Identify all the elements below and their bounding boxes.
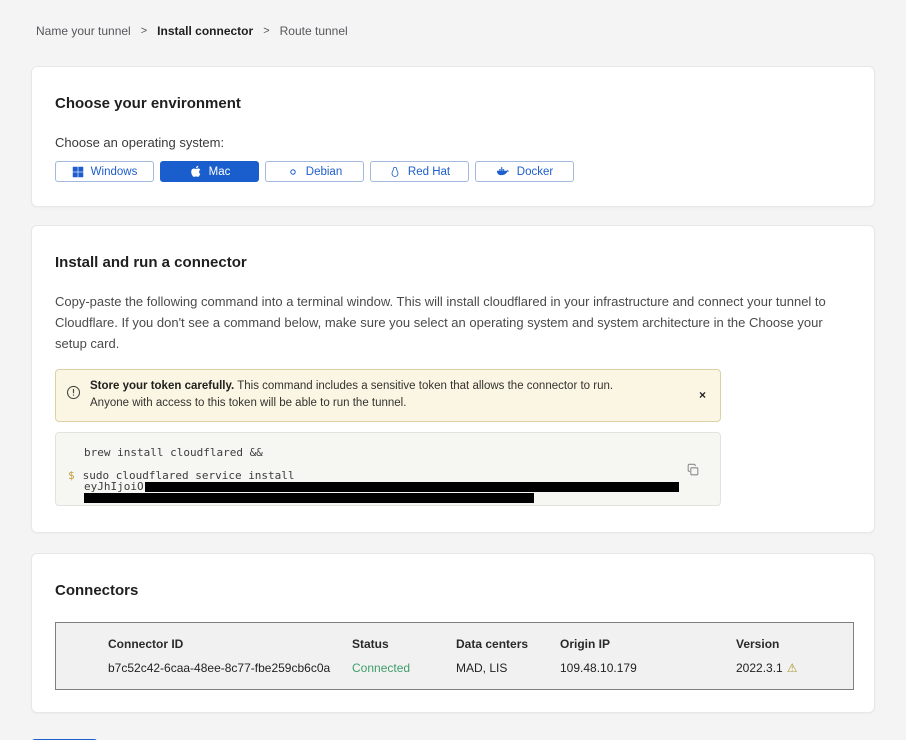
os-button-label: Mac: [209, 166, 231, 178]
version-warning-icon: ⚠: [787, 661, 798, 675]
code-line-brew: brew install cloudflared &&: [68, 446, 706, 459]
cell-origin-ip: 109.48.10.179: [560, 661, 736, 675]
install-command-code-block: brew install cloudflared && $sudo cloudf…: [55, 432, 721, 506]
col-header-connector-id: Connector ID: [108, 637, 352, 651]
col-header-data-centers: Data centers: [456, 637, 560, 651]
page: Name your tunnel > Install connector > R…: [0, 0, 906, 713]
warning-bold-text: Store your token carefully.: [90, 380, 234, 392]
apple-icon: [189, 165, 202, 178]
token-warning-banner: Store your token carefully. This command…: [55, 369, 721, 422]
os-button-windows[interactable]: Windows: [55, 161, 154, 182]
cell-data-centers: MAD, LIS: [456, 661, 560, 675]
copy-icon: [686, 465, 700, 480]
code-token-line: eyJhIjoiO: [68, 481, 706, 492]
col-header-origin-ip: Origin IP: [560, 637, 736, 651]
connectors-card: Connectors Connector ID Status Data cent…: [31, 553, 875, 713]
connectors-table-header: Connector ID Status Data centers Origin …: [108, 637, 853, 651]
os-button-redhat[interactable]: Red Hat: [370, 161, 469, 182]
os-button-label: Debian: [306, 166, 342, 178]
copy-command-button[interactable]: [686, 463, 700, 480]
os-button-label: Red Hat: [408, 166, 450, 178]
alert-circle-icon: [66, 385, 81, 405]
os-button-mac[interactable]: Mac: [160, 161, 259, 182]
redacted-token-bar: [145, 482, 679, 492]
windows-icon: [72, 166, 84, 178]
os-button-group: Windows Mac Debian Red Hat: [55, 161, 851, 182]
warning-close-button[interactable]: ×: [699, 389, 706, 401]
breadcrumb: Name your tunnel > Install connector > R…: [31, 0, 875, 38]
table-row: b7c52c42-6caa-48ee-8c77-fbe259cb6c0a Con…: [108, 661, 853, 675]
cell-connector-id: b7c52c42-6caa-48ee-8c77-fbe259cb6c0a: [108, 661, 352, 675]
token-prefix: eyJhIjoiO: [84, 480, 144, 493]
connectors-card-title: Connectors: [55, 582, 851, 599]
breadcrumb-separator: >: [141, 25, 147, 37]
os-button-docker[interactable]: Docker: [475, 161, 574, 182]
warning-text: Store your token carefully. This command…: [90, 378, 652, 413]
connectors-table: Connector ID Status Data centers Origin …: [55, 622, 854, 690]
breadcrumb-install-connector[interactable]: Install connector: [157, 24, 253, 38]
breadcrumb-route-tunnel[interactable]: Route tunnel: [280, 24, 348, 38]
redacted-token-bar: [84, 493, 534, 503]
col-header-version: Version: [736, 637, 853, 651]
os-button-label: Docker: [517, 166, 553, 178]
choose-environment-card: Choose your environment Choose an operat…: [31, 66, 875, 207]
docker-icon: [496, 166, 510, 177]
os-button-debian[interactable]: Debian: [265, 161, 364, 182]
shell-prompt: $: [68, 469, 75, 482]
col-header-status: Status: [352, 637, 456, 651]
breadcrumb-separator: >: [263, 25, 269, 37]
os-select-label: Choose an operating system:: [55, 135, 851, 150]
install-description: Copy-paste the following command into a …: [55, 291, 851, 354]
status-badge: Connected: [352, 661, 456, 675]
breadcrumb-name-your-tunnel[interactable]: Name your tunnel: [36, 24, 131, 38]
cell-version: 2022.3.1⚠: [736, 661, 853, 675]
debian-icon: [287, 166, 299, 178]
os-button-label: Windows: [91, 166, 138, 178]
install-connector-card: Install and run a connector Copy-paste t…: [31, 225, 875, 533]
environment-card-title: Choose your environment: [55, 95, 851, 112]
install-card-title: Install and run a connector: [55, 254, 851, 271]
redhat-icon: [389, 166, 401, 178]
code-command: $sudo cloudflared service install eyJhIj…: [68, 470, 706, 503]
